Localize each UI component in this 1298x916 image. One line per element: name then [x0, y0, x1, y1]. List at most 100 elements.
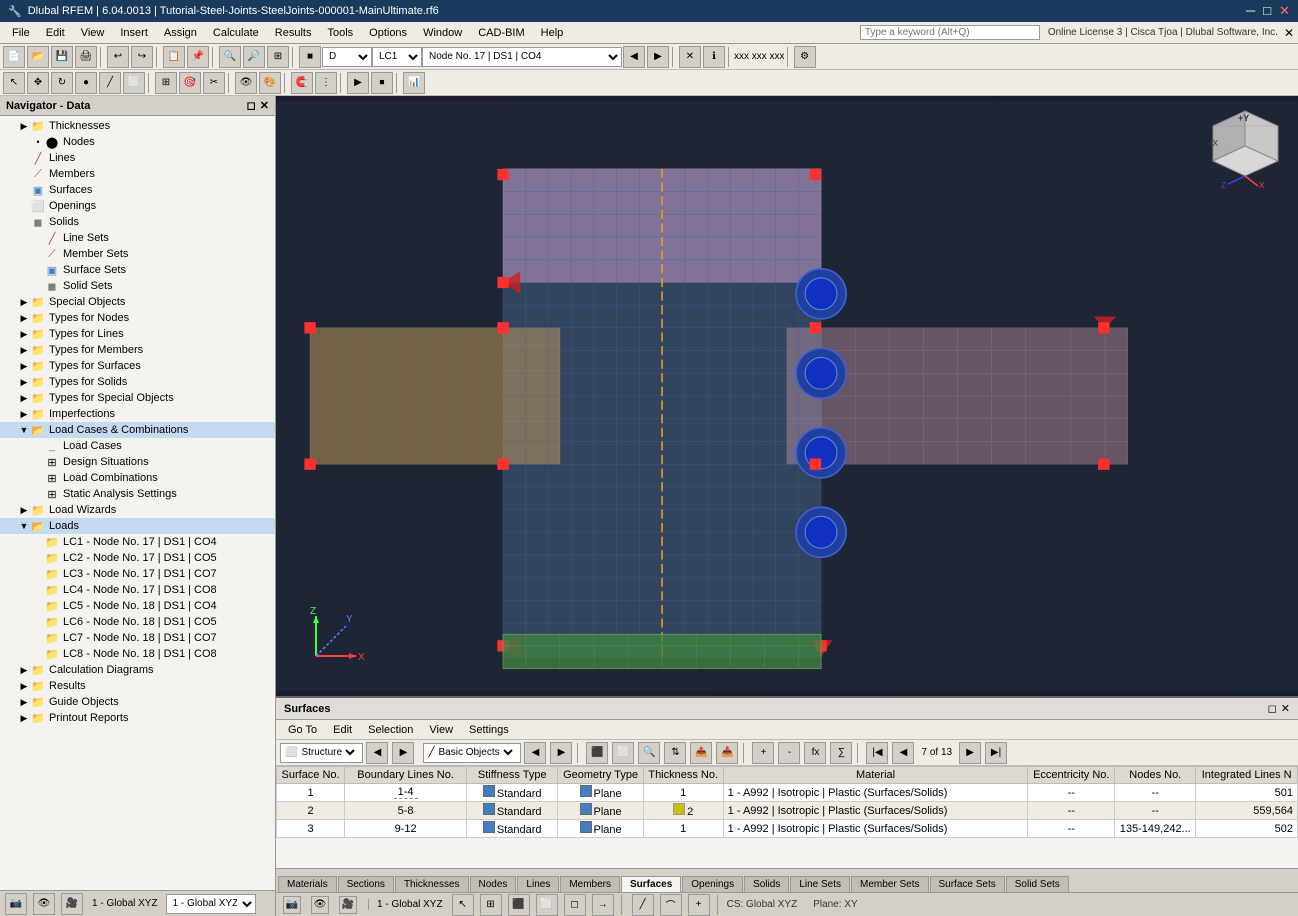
panel-view[interactable]: View [421, 722, 461, 738]
settings-btn[interactable]: ⚙ [794, 46, 816, 68]
nav-nodes[interactable]: • ⬤ Nodes [0, 134, 275, 150]
nav-restore-btn[interactable]: ◻ [247, 99, 256, 112]
tab-members[interactable]: Members [560, 876, 620, 892]
tab-openings[interactable]: Openings [682, 876, 743, 892]
viewport-3d[interactable]: X Z Y [276, 96, 1298, 696]
import-btn[interactable]: 📥 [716, 742, 738, 764]
bt5[interactable]: ◻ [564, 894, 586, 916]
nav-solids[interactable]: ◼ Solids [0, 214, 275, 230]
calc-btn[interactable]: ▶ [347, 72, 369, 94]
menu-assign[interactable]: Assign [156, 25, 205, 41]
status-eye-btn[interactable]: 👁 [311, 896, 329, 914]
nav-surfacesets[interactable]: ▣ Surface Sets [0, 262, 275, 278]
bt6[interactable]: → [592, 894, 614, 916]
nav-typesforlines[interactable]: ▶ 📁 Types for Lines [0, 326, 275, 342]
sort-btn[interactable]: ⇅ [664, 742, 686, 764]
navigator-header-btns[interactable]: ◻ ✕ [247, 99, 269, 112]
stop-btn[interactable]: ⏹ [371, 72, 393, 94]
mesh-btn[interactable]: ⊞ [155, 72, 177, 94]
lc-select[interactable]: LC1 [372, 47, 422, 67]
print-btn[interactable]: 🖨 [75, 46, 97, 68]
nav-eye-btn[interactable]: 👁 [33, 893, 55, 915]
render2-btn[interactable]: 🎨 [259, 72, 281, 94]
next-page-btn[interactable]: ▶ [392, 742, 414, 764]
add-row-btn[interactable]: + [752, 742, 774, 764]
nav-loads[interactable]: ▼ 📂 Loads [0, 518, 275, 534]
section-btn[interactable]: ✂ [203, 72, 225, 94]
menu-help[interactable]: Help [533, 25, 572, 41]
nav-calcdiagrams[interactable]: ▶ 📁 Calculation Diagrams [0, 662, 275, 678]
render-btn[interactable]: ■ [299, 46, 321, 68]
nav-designsituations[interactable]: ⊞ Design Situations [0, 454, 275, 470]
grid-btn[interactable]: ⋮ [315, 72, 337, 94]
undo-btn[interactable]: ↩ [107, 46, 129, 68]
first-btn[interactable]: |◀ [866, 742, 888, 764]
table-row[interactable]: 3 9-12 Standard Plane 1 1 - A992 | Isotr… [277, 820, 1298, 838]
open-btn[interactable]: 📂 [27, 46, 49, 68]
table-row[interactable]: 1 1-4 Standard Plane 1 1 - A992 | [277, 784, 1298, 802]
select-all-btn[interactable]: ⬛ [586, 742, 608, 764]
nav-typesformembers[interactable]: ▶ 📁 Types for Members [0, 342, 275, 358]
nav-lc6[interactable]: 📁 LC6 - Node No. 18 | DS1 | CO5 [0, 614, 275, 630]
menu-cadbim[interactable]: CAD-BIM [470, 25, 532, 41]
delete-btn[interactable]: ✕ [679, 46, 701, 68]
new-btn[interactable]: 📄 [3, 46, 25, 68]
bt1[interactable]: ↖ [452, 894, 474, 916]
next-btn[interactable]: ▶ [647, 46, 669, 68]
bt9[interactable]: + [688, 894, 710, 916]
maximize-btn[interactable]: □ [1263, 3, 1271, 19]
redo-btn[interactable]: ↪ [131, 46, 153, 68]
nav-typesfornodes[interactable]: ▶ 📁 Types for Nodes [0, 310, 275, 326]
tab-materials[interactable]: Materials [278, 876, 337, 892]
bt8[interactable]: ⌒ [660, 894, 682, 916]
copy-btn[interactable]: 📋 [163, 46, 185, 68]
last-btn[interactable]: ▶| [985, 742, 1007, 764]
menu-view[interactable]: View [73, 25, 113, 41]
nav-typesforspecial[interactable]: ▶ 📁 Types for Special Objects [0, 390, 275, 406]
structure-combo[interactable]: Structure [297, 746, 358, 759]
nav-cube[interactable]: +Y +X X Z [1203, 106, 1288, 191]
tab-surfaces[interactable]: Surfaces [621, 876, 681, 892]
nav-typesforsurfaces[interactable]: ▶ 📁 Types for Surfaces [0, 358, 275, 374]
panel-edit[interactable]: Edit [325, 722, 360, 738]
zoom-out-btn[interactable]: 🔎 [243, 46, 265, 68]
next2-btn[interactable]: ▶ [550, 742, 572, 764]
nav-typesforsolids[interactable]: ▶ 📁 Types for Solids [0, 374, 275, 390]
deselect-btn[interactable]: ⬜ [612, 742, 634, 764]
nav-printoutreports[interactable]: ▶ 📁 Printout Reports [0, 710, 275, 726]
view3d-btn[interactable]: 🎯 [179, 72, 201, 94]
table-row[interactable]: 2 5-8 Standard Plane 2 1 - A992 | [277, 802, 1298, 820]
nav-lc5[interactable]: 📁 LC5 - Node No. 18 | DS1 | CO4 [0, 598, 275, 614]
paste-btn[interactable]: 📌 [187, 46, 209, 68]
tab-solidsets[interactable]: Solid Sets [1006, 876, 1069, 892]
panel-header-btns[interactable]: ◻ ✕ [1268, 702, 1290, 715]
tab-linesets[interactable]: Line Sets [790, 876, 850, 892]
status-video-btn[interactable]: 🎥 [339, 896, 357, 914]
save-btn[interactable]: 💾 [51, 46, 73, 68]
nav-specialobjects[interactable]: ▶ 📁 Special Objects [0, 294, 275, 310]
menu-file[interactable]: File [4, 25, 38, 41]
menu-insert[interactable]: Insert [112, 25, 156, 41]
nav-membersets[interactable]: ⟋ Member Sets [0, 246, 275, 262]
nav-lc1[interactable]: 📁 LC1 - Node No. 17 | DS1 | CO4 [0, 534, 275, 550]
status-camera-btn[interactable]: 📷 [283, 896, 301, 914]
menu-results[interactable]: Results [267, 25, 320, 41]
filter-dropdown[interactable]: ⬜ Structure [280, 743, 363, 763]
nav-lines[interactable]: ╱ Lines [0, 150, 275, 166]
node-btn[interactable]: ● [75, 72, 97, 94]
prev3-btn[interactable]: ◀ [892, 742, 914, 764]
display-btn[interactable]: 👁 [235, 72, 257, 94]
menu-window[interactable]: Window [415, 25, 470, 41]
license-close-btn[interactable]: ✕ [1284, 26, 1294, 40]
surface-btn[interactable]: ⬜ [123, 72, 145, 94]
menu-calculate[interactable]: Calculate [205, 25, 267, 41]
nav-openings[interactable]: ⬜ Openings [0, 198, 275, 214]
menu-options[interactable]: Options [361, 25, 415, 41]
tab-thicknesses[interactable]: Thicknesses [395, 876, 469, 892]
nav-linesets[interactable]: ╱ Line Sets [0, 230, 275, 246]
next3-btn[interactable]: ▶ [959, 742, 981, 764]
zoom-in-btn[interactable]: 🔍 [219, 46, 241, 68]
nav-loadcases[interactable]: _ Load Cases [0, 438, 275, 454]
title-bar-right[interactable]: ─ □ ✕ [1246, 3, 1290, 19]
nav-staticanalysis[interactable]: ⊞ Static Analysis Settings [0, 486, 275, 502]
